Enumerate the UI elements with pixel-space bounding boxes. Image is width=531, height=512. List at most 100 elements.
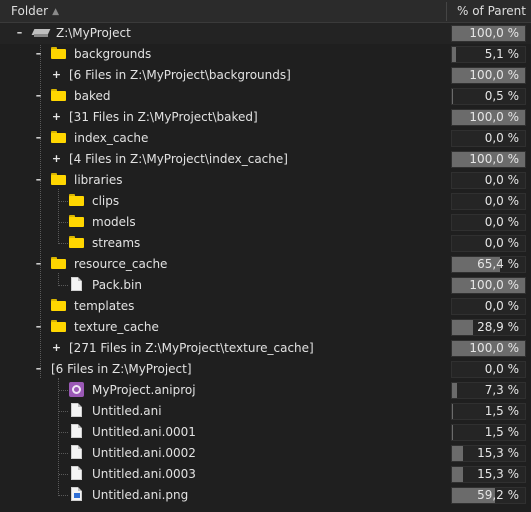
collapse-icon[interactable]: –	[33, 48, 44, 59]
tree-row-file[interactable]: MyProject.aniproj 7,3 %	[0, 380, 531, 401]
tree-row-file-group[interactable]: + [4 Files in Z:\MyProject\index_cache] …	[0, 149, 531, 170]
percent-value: 100,0 %	[469, 68, 519, 82]
percent-value: 0,5 %	[484, 89, 519, 103]
percent-cell: 100,0 %	[451, 109, 526, 126]
file-icon	[71, 403, 83, 418]
percent-cell: 59,2 %	[451, 487, 526, 504]
tree-row-file[interactable]: Untitled.ani 1,5 %	[0, 401, 531, 422]
aniproj-icon	[69, 382, 84, 397]
percent-cell: 0,5 %	[451, 88, 526, 105]
tree-row-label: baked	[74, 89, 111, 103]
percent-cell: 15,3 %	[451, 466, 526, 483]
percent-value: 28,9 %	[477, 320, 519, 334]
folder-icon	[69, 194, 84, 207]
file-icon	[71, 466, 83, 481]
folder-icon	[51, 173, 66, 186]
folder-icon	[51, 89, 66, 102]
folder-icon	[51, 320, 66, 333]
tree-row-label: MyProject.aniproj	[92, 383, 196, 397]
tree-row-label: Z:\MyProject	[56, 26, 131, 40]
tree-row-folder[interactable]: templates 0,0 %	[0, 296, 531, 317]
percent-value: 0,0 %	[484, 194, 519, 208]
tree-row-label: streams	[92, 236, 141, 250]
tree-row-label: Untitled.ani.png	[92, 488, 189, 502]
tree-row-label: backgrounds	[74, 47, 152, 61]
percent-cell: 100,0 %	[451, 340, 526, 357]
tree-row-folder[interactable]: – backgrounds 5,1 %	[0, 44, 531, 65]
tree-row-label: texture_cache	[74, 320, 159, 334]
expand-icon[interactable]: +	[51, 69, 62, 80]
tree-row-folder[interactable]: streams 0,0 %	[0, 233, 531, 254]
collapse-icon[interactable]: –	[33, 132, 44, 143]
expand-icon[interactable]: +	[51, 111, 62, 122]
file-icon	[71, 445, 83, 460]
tree-row-file[interactable]: Untitled.ani.0003 15,3 %	[0, 464, 531, 485]
tree-row-folder[interactable]: – libraries 0,0 %	[0, 170, 531, 191]
tree-row-label: [31 Files in Z:\MyProject\baked]	[69, 110, 258, 124]
tree-row-file[interactable]: Pack.bin 100,0 %	[0, 275, 531, 296]
percent-cell: 0,0 %	[451, 193, 526, 210]
tree-row-file-group[interactable]: + [271 Files in Z:\MyProject\texture_cac…	[0, 338, 531, 359]
collapse-icon[interactable]: –	[33, 363, 44, 374]
expand-icon[interactable]: +	[51, 342, 62, 353]
folder-icon	[69, 236, 84, 249]
tree-row-file[interactable]: Untitled.ani.0001 1,5 %	[0, 422, 531, 443]
percent-cell: 1,5 %	[451, 424, 526, 441]
percent-cell: 0,0 %	[451, 214, 526, 231]
folder-column-header[interactable]: Folder ▲	[11, 0, 59, 22]
percent-cell: 0,0 %	[451, 130, 526, 147]
percent-value: 5,1 %	[484, 47, 519, 61]
tree-row-label: templates	[74, 299, 135, 313]
percent-value: 100,0 %	[469, 26, 519, 40]
folder-column-label: Folder	[11, 4, 49, 18]
tree-row-file-group[interactable]: – [6 Files in Z:\MyProject] 0,0 %	[0, 359, 531, 380]
tree-row-root[interactable]: – Z:\MyProject 100,0 %	[0, 23, 531, 44]
percent-cell: 65,4 %	[451, 256, 526, 273]
file-icon	[71, 424, 83, 439]
tree-row-file[interactable]: Untitled.ani.png 59,2 %	[0, 485, 531, 506]
percent-value: 100,0 %	[469, 152, 519, 166]
collapse-icon[interactable]: –	[14, 27, 25, 38]
percent-value: 15,3 %	[477, 446, 519, 460]
percent-value: 7,3 %	[484, 383, 519, 397]
tree-row-label: resource_cache	[74, 257, 168, 271]
percent-cell: 0,0 %	[451, 235, 526, 252]
percent-cell: 7,3 %	[451, 382, 526, 399]
percent-value: 0,0 %	[484, 236, 519, 250]
tree-row-label: models	[92, 215, 136, 229]
tree-row-label: [4 Files in Z:\MyProject\index_cache]	[69, 152, 288, 166]
tree-row-folder[interactable]: models 0,0 %	[0, 212, 531, 233]
collapse-icon[interactable]: –	[33, 258, 44, 269]
tree-row-folder[interactable]: – index_cache 0,0 %	[0, 128, 531, 149]
percent-cell: 100,0 %	[451, 277, 526, 294]
percent-cell: 0,0 %	[451, 361, 526, 378]
percent-cell: 100,0 %	[451, 151, 526, 168]
collapse-icon[interactable]: –	[33, 321, 44, 332]
percent-bar	[452, 47, 456, 62]
percent-value: 0,0 %	[484, 173, 519, 187]
collapse-icon[interactable]: –	[33, 174, 44, 185]
tree-row-folder[interactable]: – baked 0,5 %	[0, 86, 531, 107]
folder-icon	[51, 131, 66, 144]
tree-row-file[interactable]: Untitled.ani.0002 15,3 %	[0, 443, 531, 464]
expand-icon[interactable]: +	[51, 153, 62, 164]
tree-row-label: Untitled.ani.0002	[92, 446, 196, 460]
percent-cell: 0,0 %	[451, 172, 526, 189]
tree-row-folder[interactable]: clips 0,0 %	[0, 191, 531, 212]
folder-icon	[51, 257, 66, 270]
tree-row-label: Untitled.ani.0001	[92, 425, 196, 439]
tree-row-file-group[interactable]: + [6 Files in Z:\MyProject\backgrounds] …	[0, 65, 531, 86]
percent-column-label: % of Parent	[456, 4, 526, 18]
percent-value: 1,5 %	[484, 425, 519, 439]
folder-tree: – Z:\MyProject 100,0 % – backgrounds 5,1…	[0, 23, 531, 506]
tree-row-folder[interactable]: – resource_cache 65,4 %	[0, 254, 531, 275]
percent-column-header[interactable]: % of Parent	[446, 0, 526, 22]
tree-row-label: [6 Files in Z:\MyProject]	[51, 362, 192, 376]
file-icon	[71, 277, 83, 292]
tree-row-file-group[interactable]: + [31 Files in Z:\MyProject\baked] 100,0…	[0, 107, 531, 128]
tree-row-folder[interactable]: – texture_cache 28,9 %	[0, 317, 531, 338]
collapse-icon[interactable]: –	[33, 90, 44, 101]
tree-row-label: clips	[92, 194, 120, 208]
image-file-icon	[71, 487, 83, 502]
tree-row-label: Untitled.ani.0003	[92, 467, 196, 481]
